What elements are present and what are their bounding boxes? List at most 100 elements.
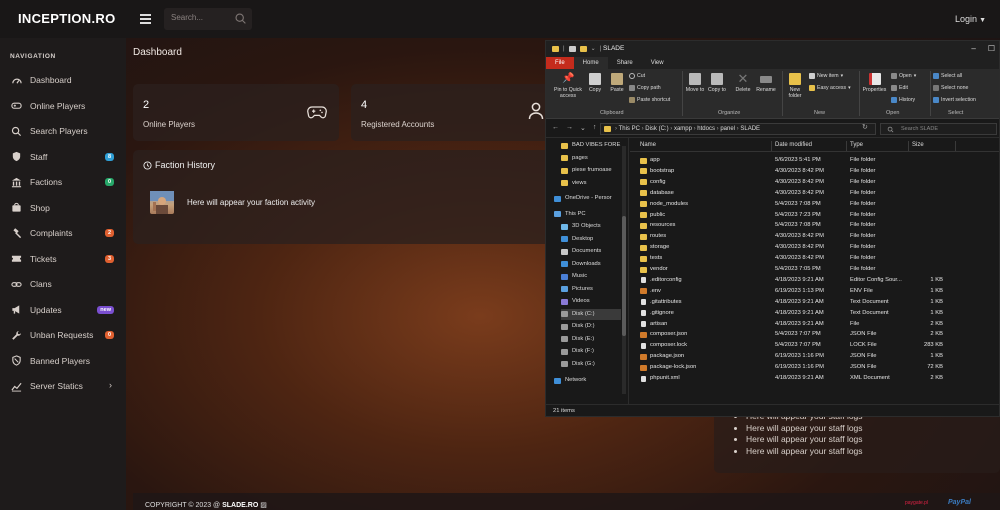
- brand-logo[interactable]: INCEPTION.RO: [18, 11, 116, 26]
- select-all-button[interactable]: Select all: [933, 73, 962, 79]
- recent-chevron-icon[interactable]: ⌄: [580, 124, 586, 132]
- file-row[interactable]: composer.lock 5/4/2023 7:07 PM LOCK File 28…: [630, 340, 999, 351]
- tab-view[interactable]: View: [642, 57, 673, 69]
- breadcrumb-item[interactable]: This PC: [619, 126, 640, 132]
- file-row[interactable]: resources 5/4/2023 7:08 PM File folder: [630, 220, 999, 231]
- sidebar-item-banned-players[interactable]: Banned Players: [10, 352, 116, 370]
- sidebar-item-shop[interactable]: Shop: [10, 199, 116, 217]
- sidebar-item-factions[interactable]: Factions 0: [10, 173, 116, 191]
- navpane-item-disk-f[interactable]: Disk (F:): [561, 346, 621, 357]
- navpane-item-disk-e[interactable]: Disk (E:): [561, 334, 621, 345]
- back-arrow-icon[interactable]: ←: [552, 124, 559, 132]
- properties-button[interactable]: Properties: [861, 73, 888, 93]
- copy-to-button[interactable]: Copy to: [707, 73, 727, 93]
- edit-button[interactable]: Edit: [891, 85, 908, 91]
- column-type-header[interactable]: Type: [850, 142, 863, 148]
- search-folder-input[interactable]: Search SLADE: [880, 123, 997, 135]
- easy-access-button[interactable]: Easy access ▾: [809, 85, 851, 91]
- maximize-icon[interactable]: ☐: [988, 44, 995, 53]
- file-row[interactable]: vendor 5/4/2023 7:05 PM File folder: [630, 264, 999, 275]
- navpane-item-pictures[interactable]: Pictures: [561, 284, 621, 295]
- navpane-item-music[interactable]: Music: [561, 271, 621, 282]
- breadcrumb-item[interactable]: Disk (C:): [645, 126, 668, 132]
- navpane-item-disk-g[interactable]: Disk (G:): [561, 359, 621, 370]
- scrollbar-thumb[interactable]: [622, 216, 626, 336]
- navpane-item-views[interactable]: views: [561, 178, 621, 189]
- navpane-item-documents[interactable]: Documents: [561, 246, 621, 257]
- sidebar-item-search-players[interactable]: Search Players: [10, 122, 116, 140]
- breadcrumb-item[interactable]: panel: [720, 126, 735, 132]
- file-row[interactable]: public 5/4/2023 7:23 PM File folder: [630, 210, 999, 221]
- file-explorer-window[interactable]: | ⌄ | SLADE – ☐ File Home Share View 📌 Pi…: [545, 40, 1000, 417]
- column-size-header[interactable]: Size: [912, 142, 924, 148]
- file-row[interactable]: composer.json 5/4/2023 7:07 PM JSON File 2 …: [630, 329, 999, 340]
- sidebar-item-tickets[interactable]: Tickets 3: [10, 250, 116, 268]
- sidebar-item-server-statics[interactable]: Server Statics ›: [10, 377, 116, 395]
- registered-accounts-card[interactable]: 4 Registered Accounts: [351, 84, 551, 141]
- delete-button[interactable]: ✕ Delete: [733, 72, 753, 93]
- sidebar-item-clans[interactable]: Clans: [10, 275, 116, 293]
- explorer-title-bar[interactable]: | ⌄ | SLADE – ☐: [546, 41, 999, 57]
- search-icon[interactable]: [234, 12, 247, 25]
- file-row[interactable]: node_modules 5/4/2023 7:08 PM File folder: [630, 199, 999, 210]
- column-divider[interactable]: [771, 141, 772, 151]
- tab-share[interactable]: Share: [608, 57, 642, 69]
- sidebar-item-updates[interactable]: Updates new: [10, 301, 116, 319]
- sidebar-item-complaints[interactable]: Complaints 2: [10, 224, 116, 242]
- history-button[interactable]: History: [891, 97, 915, 103]
- paste-button[interactable]: Paste: [608, 73, 626, 93]
- invert-selection-button[interactable]: Invert selection: [933, 97, 976, 103]
- column-divider[interactable]: [955, 141, 956, 151]
- file-row[interactable]: package-lock.json 6/19/2023 1:16 PM JSON F…: [630, 362, 999, 373]
- sidebar-item-dashboard[interactable]: Dashboard: [10, 71, 116, 89]
- rename-button[interactable]: Rename: [754, 73, 778, 93]
- breadcrumb-item[interactable]: SLADE: [740, 126, 760, 132]
- copy-path-button[interactable]: Copy path: [629, 85, 661, 91]
- chevron-down-icon[interactable]: ⌄: [591, 45, 596, 52]
- navpane-item-disk-c[interactable]: Disk (C:): [561, 308, 621, 320]
- cut-button[interactable]: Cut: [629, 73, 645, 79]
- navpane-item-network[interactable]: Network: [554, 375, 622, 386]
- new-folder-icon[interactable]: [579, 45, 587, 52]
- file-row[interactable]: .env 6/19/2023 1:13 PM ENV File 1 KB: [630, 286, 999, 297]
- sidebar-item-staff[interactable]: Staff 8: [10, 148, 116, 166]
- column-divider[interactable]: [846, 141, 847, 151]
- navpane-item-downloads[interactable]: Downloads: [561, 259, 621, 270]
- column-date-header[interactable]: Date modified: [775, 142, 812, 148]
- login-dropdown[interactable]: Login ▼: [955, 14, 986, 24]
- breadcrumb-item[interactable]: xampp: [674, 126, 692, 132]
- navpane-item-videos[interactable]: Videos: [561, 296, 621, 307]
- paste-shortcut-button[interactable]: Paste shortcut: [629, 97, 670, 103]
- breadcrumb-item[interactable]: htdocs: [697, 126, 715, 132]
- online-players-card[interactable]: 2 Online Players: [133, 84, 339, 141]
- up-arrow-icon[interactable]: ↑: [593, 124, 597, 132]
- navpane-item-disk-d[interactable]: Disk (D:): [561, 321, 621, 332]
- move-to-button[interactable]: Move to: [685, 73, 705, 93]
- forward-arrow-icon[interactable]: →: [566, 124, 573, 132]
- refresh-icon[interactable]: ↻: [862, 123, 868, 131]
- column-name-header[interactable]: Name: [640, 142, 656, 148]
- file-row[interactable]: app 5/6/2023 5:41 PM File folder: [630, 155, 999, 166]
- sidebar-item-online-players[interactable]: Online Players: [10, 97, 116, 115]
- file-row[interactable]: tests 4/30/2023 8:42 PM File folder: [630, 253, 999, 264]
- file-row[interactable]: routes 4/30/2023 8:42 PM File folder: [630, 231, 999, 242]
- sidebar-item-unban-requests[interactable]: Unban Requests 0: [10, 326, 116, 344]
- file-row[interactable]: config 4/30/2023 8:42 PM File folder: [630, 177, 999, 188]
- file-row[interactable]: .gitignore 4/18/2023 9:21 AM Text Document…: [630, 308, 999, 319]
- properties-icon[interactable]: [568, 45, 576, 52]
- open-button[interactable]: Open ▾: [891, 73, 916, 79]
- new-folder-button[interactable]: New folder: [786, 73, 804, 99]
- column-divider[interactable]: [908, 141, 909, 151]
- copyright-brand[interactable]: SLADE.RO: [222, 502, 258, 509]
- address-bar[interactable]: › This PC › Disk (C:) › xampp › htdocs ›…: [600, 123, 876, 135]
- navpane-item-desktop[interactable]: Desktop: [561, 234, 621, 245]
- navpane-scrollbar[interactable]: [622, 146, 626, 394]
- search-input[interactable]: Search...: [164, 8, 252, 30]
- navpane-item-piese-frumoase[interactable]: piese frumoase: [561, 165, 621, 176]
- navpane-item-this-pc[interactable]: This PC: [554, 209, 622, 220]
- file-row[interactable]: package.json 6/19/2023 1:16 PM JSON File 1 …: [630, 351, 999, 362]
- navpane-item-bad-vibes-fore[interactable]: BAD VIBES FORE: [561, 140, 621, 151]
- file-row[interactable]: phpunit.xml 4/18/2023 9:21 AM XML Document…: [630, 373, 999, 384]
- pin-quick-access-button[interactable]: 📌 Pin to Quick access: [549, 73, 587, 99]
- menu-toggle-icon[interactable]: [140, 14, 151, 24]
